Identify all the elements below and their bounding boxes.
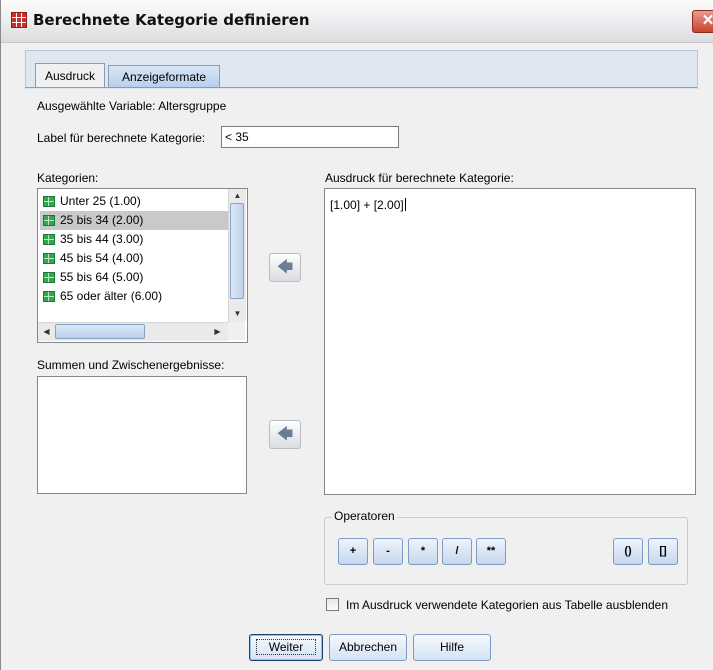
dialog-window: Berechnete Kategorie definieren ✕ Ausdru… (0, 0, 713, 670)
operator-power-button[interactable]: ** (476, 538, 506, 565)
operator-plus-button[interactable]: + (338, 538, 368, 565)
selected-variable-value: Altersgruppe (158, 99, 227, 113)
selected-variable-label: Ausgewählte Variable: Altersgruppe (37, 99, 226, 113)
subtotals-label: Summen und Zwischenergebnisse: (37, 358, 225, 372)
categories-label: Kategorien: (37, 171, 99, 185)
operator-divide-button[interactable]: / (442, 538, 472, 565)
arrow-left-icon: 🡄 (276, 259, 294, 276)
scroll-up-icon[interactable]: ▲ (230, 189, 245, 203)
app-grid-icon (11, 12, 27, 28)
category-grid-icon (43, 272, 55, 283)
list-item[interactable]: 25 bis 34 (2.00) (40, 211, 228, 230)
scroll-thumb[interactable] (230, 203, 244, 299)
expression-value: [1.00] + [2.00] (330, 198, 404, 212)
category-grid-icon (43, 253, 55, 264)
category-grid-icon (43, 291, 55, 302)
selected-variable-caption: Ausgewählte Variable: (37, 99, 156, 113)
list-item-label: 65 oder älter (6.00) (60, 289, 163, 303)
category-grid-icon (43, 215, 55, 226)
label-field-value: < 35 (225, 130, 249, 144)
close-icon: ✕ (701, 12, 713, 29)
cancel-button[interactable]: Abbrechen (329, 634, 407, 661)
subtotals-list[interactable] (37, 376, 247, 494)
tab-anzeigeformate[interactable]: Anzeigeformate (108, 65, 220, 87)
operator-multiply-button[interactable]: * (408, 538, 438, 565)
continue-button[interactable]: Weiter (249, 634, 323, 661)
expression-label: Ausdruck für berechnete Kategorie: (325, 171, 514, 185)
category-grid-icon (43, 196, 55, 207)
list-item-label: 45 bis 54 (4.00) (60, 251, 144, 265)
tab-divider (25, 87, 697, 88)
category-grid-icon (43, 234, 55, 245)
list-item[interactable]: 45 bis 54 (4.00) (40, 249, 228, 268)
expression-value-row: [1.00] + [2.00] (330, 198, 406, 212)
categories-list[interactable]: Unter 25 (1.00) 25 bis 34 (2.00) 35 bis … (37, 188, 248, 343)
move-subtotal-button[interactable]: 🡄 (269, 420, 301, 449)
operators-label: Operatoren (332, 509, 397, 523)
hide-categories-checkbox[interactable] (326, 598, 339, 611)
hide-categories-label: Im Ausdruck verwendete Kategorien aus Ta… (346, 598, 668, 612)
window-title: Berechnete Kategorie definieren (33, 11, 310, 29)
vertical-scrollbar[interactable]: ▲ ▼ (228, 189, 246, 322)
horizontal-scrollbar[interactable]: ◀ ▶ (38, 322, 228, 341)
arrow-left-icon: 🡄 (276, 426, 294, 443)
tab-ausdruck[interactable]: Ausdruck (35, 63, 105, 87)
text-caret (404, 198, 406, 211)
expression-textarea[interactable]: [1.00] + [2.00] (324, 188, 696, 495)
list-item-label: Unter 25 (1.00) (60, 194, 141, 208)
scroll-down-icon[interactable]: ▼ (230, 307, 245, 321)
close-button[interactable]: ✕ (692, 10, 713, 33)
list-item-label: 55 bis 64 (5.00) (60, 270, 144, 284)
list-item-label: 25 bis 34 (2.00) (60, 213, 144, 227)
label-field-caption: Label für berechnete Kategorie: (37, 131, 206, 145)
operator-parentheses-button[interactable]: () (613, 538, 643, 565)
list-item[interactable]: 65 oder älter (6.00) (40, 287, 228, 306)
help-button[interactable]: Hilfe (413, 634, 491, 661)
move-to-expression-button[interactable]: 🡄 (269, 253, 301, 282)
label-field-input[interactable]: < 35 (221, 126, 399, 148)
continue-label: Weiter (255, 639, 317, 655)
operator-brackets-button[interactable]: [] (648, 538, 678, 565)
title-bar[interactable]: Berechnete Kategorie definieren ✕ (1, 0, 713, 43)
list-item-label: 35 bis 44 (3.00) (60, 232, 144, 246)
list-item[interactable]: Unter 25 (1.00) (40, 192, 228, 211)
operator-minus-button[interactable]: - (373, 538, 403, 565)
scroll-right-icon[interactable]: ▶ (210, 325, 225, 339)
scroll-left-icon[interactable]: ◀ (39, 325, 54, 339)
scroll-thumb[interactable] (55, 324, 145, 339)
list-item[interactable]: 55 bis 64 (5.00) (40, 268, 228, 287)
list-item[interactable]: 35 bis 44 (3.00) (40, 230, 228, 249)
scroll-corner (228, 322, 245, 340)
